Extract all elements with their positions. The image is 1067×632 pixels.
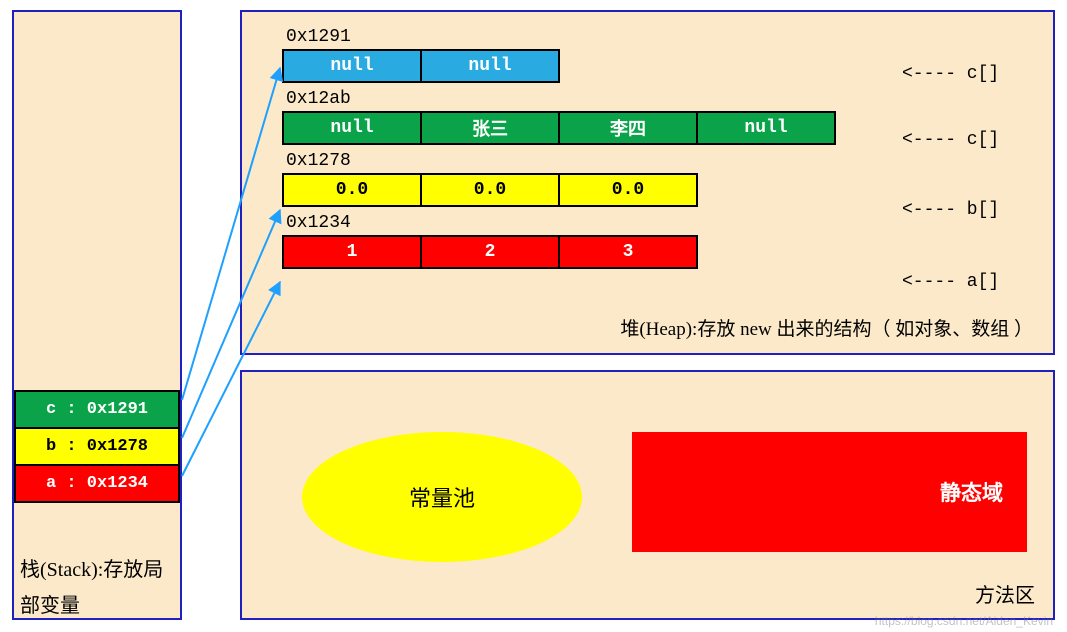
method-area-panel: 常量池 静态域 方法区 bbox=[240, 370, 1055, 620]
heap-pointer-label-3: <---- a[] bbox=[902, 272, 999, 292]
heap-pointer-label-2: <---- b[] bbox=[902, 200, 999, 220]
heap-array-3: 0x1234 1 2 3 bbox=[282, 213, 834, 269]
heap-array-2-addr: 0x1278 bbox=[286, 151, 834, 171]
stack-panel: c : 0x1291 b : 0x1278 a : 0x1234 栈(Stack… bbox=[12, 10, 182, 620]
heap-cell: 1 bbox=[282, 235, 422, 269]
heap-array-0: 0x1291 null null bbox=[282, 27, 834, 83]
heap-cell: 张三 bbox=[420, 111, 560, 145]
stack-vars: c : 0x1291 b : 0x1278 a : 0x1234 bbox=[14, 392, 180, 503]
stack-var-c: c : 0x1291 bbox=[14, 390, 180, 429]
heap-cell: null bbox=[696, 111, 836, 145]
heap-array-0-addr: 0x1291 bbox=[286, 27, 834, 47]
heap-cell: 0.0 bbox=[558, 173, 698, 207]
stack-var-b-label: b : 0x1278 bbox=[46, 437, 148, 456]
heap-cell: 0.0 bbox=[282, 173, 422, 207]
heap-panel: 0x1291 null null 0x12ab null 张三 李四 null … bbox=[240, 10, 1055, 355]
heap-cell: 李四 bbox=[558, 111, 698, 145]
stack-var-b: b : 0x1278 bbox=[14, 427, 180, 466]
constant-pool: 常量池 bbox=[302, 432, 582, 562]
heap-cell: 3 bbox=[558, 235, 698, 269]
heap-array-3-addr: 0x1234 bbox=[286, 213, 834, 233]
heap-cell: 2 bbox=[420, 235, 560, 269]
heap-cell: null bbox=[282, 49, 422, 83]
heap-array-1: 0x12ab null 张三 李四 null bbox=[282, 89, 834, 145]
stack-var-a-label: a : 0x1234 bbox=[46, 474, 148, 493]
heap-array-1-addr: 0x12ab bbox=[286, 89, 834, 109]
heap-pointer-label-0: <---- c[] bbox=[902, 64, 999, 84]
heap-array-2: 0x1278 0.0 0.0 0.0 bbox=[282, 151, 834, 207]
heap-pointer-label-1: <---- c[] bbox=[902, 130, 999, 150]
stack-var-c-label: c : 0x1291 bbox=[46, 400, 148, 419]
heap-cell: null bbox=[282, 111, 422, 145]
watermark: https://blog.csdn.net/Aiden_Kevin bbox=[875, 614, 1053, 628]
heap-cell: null bbox=[420, 49, 560, 83]
heap-arrays: 0x1291 null null 0x12ab null 张三 李四 null … bbox=[282, 27, 834, 275]
stack-caption: 栈(Stack):存放局部变量 bbox=[20, 552, 174, 624]
heap-cell: 0.0 bbox=[420, 173, 560, 207]
method-area-caption: 方法区 bbox=[975, 579, 1035, 608]
static-area: 静态域 bbox=[632, 432, 1027, 552]
stack-var-a: a : 0x1234 bbox=[14, 464, 180, 503]
heap-caption: 堆(Heap):存放 new 出来的结构（ 如对象、数组 ） bbox=[620, 314, 1033, 341]
